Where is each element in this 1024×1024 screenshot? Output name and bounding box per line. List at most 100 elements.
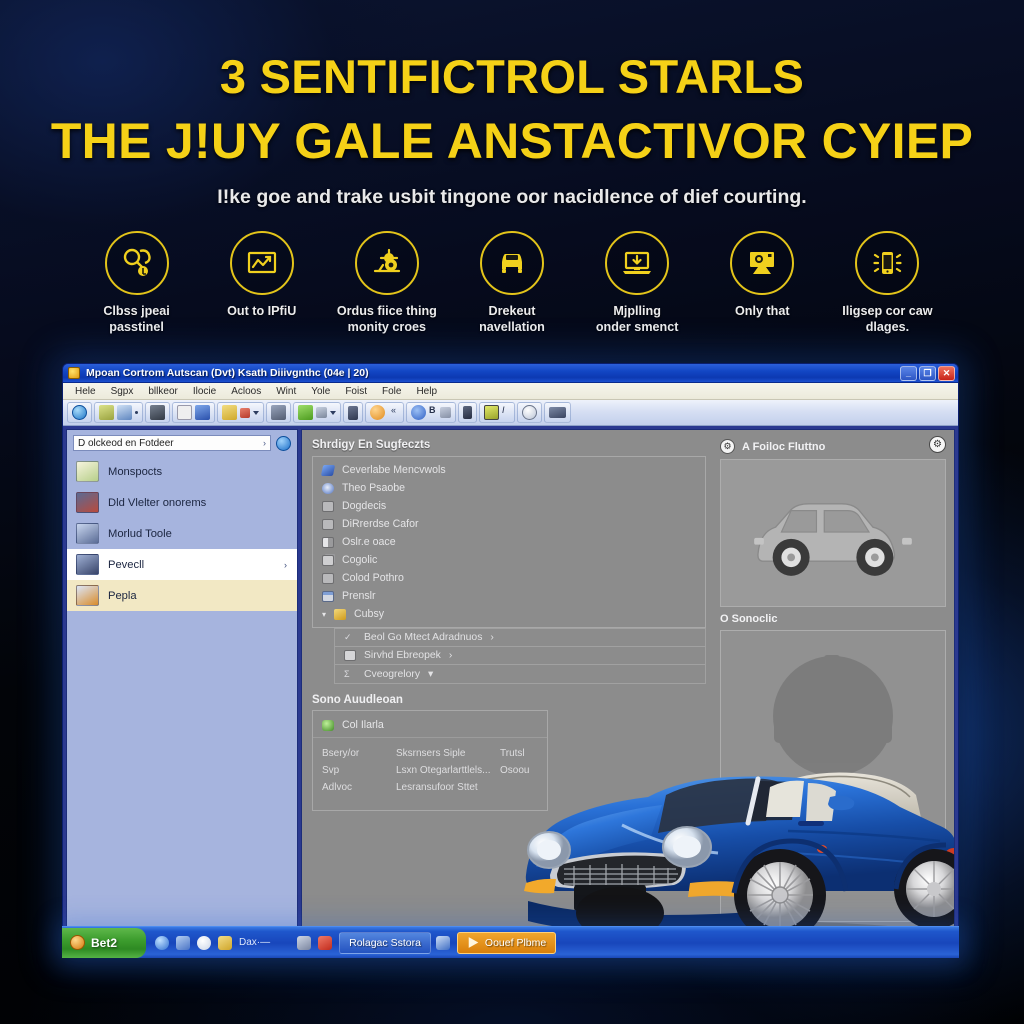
- toolbar-group-1[interactable]: [94, 402, 143, 423]
- toolbar-group-0[interactable]: [67, 402, 92, 423]
- address-input[interactable]: D olckeod en Fotdeer ›: [73, 435, 271, 451]
- sub-list-item-label: Cveogrelory: [364, 668, 421, 680]
- list-item[interactable]: DiRrerdse Cafor: [313, 515, 705, 533]
- toolbar-group-9[interactable]: B: [406, 402, 456, 423]
- list-item[interactable]: Oslr.e oace: [313, 533, 705, 551]
- window-titlebar[interactable]: Mpoan Cortrom Autscan (Dvt) Ksath Diiivg…: [63, 364, 958, 383]
- sidebar-item-1[interactable]: Dld Vlelter onorems: [67, 487, 297, 518]
- main-left-column: Shrdigy En Sugfeczts Ceverlabe Mencvwols…: [302, 430, 716, 953]
- menu-item-2[interactable]: bllkeor: [141, 385, 184, 398]
- palette-icon[interactable]: [522, 405, 537, 420]
- list-item[interactable]: Colod Pothro: [313, 569, 705, 587]
- link-icon[interactable]: [316, 407, 327, 418]
- menu-item-8[interactable]: Fole: [375, 385, 408, 398]
- upload-icon[interactable]: [440, 407, 451, 418]
- card-icon[interactable]: [549, 407, 566, 418]
- refresh-go-icon[interactable]: [276, 435, 291, 451]
- list-item[interactable]: Dogdecis: [313, 497, 705, 515]
- tag-icon[interactable]: [240, 407, 250, 418]
- list-item-expanded[interactable]: ▾ Cubsy: [313, 605, 705, 623]
- toolbar-group-6[interactable]: [293, 402, 341, 423]
- settings-gear-icon[interactable]: [411, 405, 426, 420]
- globe-icon[interactable]: [72, 405, 87, 420]
- feature-item-6[interactable]: Iligsep cor caw dlages.: [825, 231, 950, 335]
- mobile-icon[interactable]: [348, 405, 358, 420]
- info-row: Svp Lsxn Otegarlarttlels... Osoou: [322, 762, 538, 779]
- feature-item-4[interactable]: Mjplling onder smenct: [575, 231, 700, 335]
- folder-open-icon[interactable]: [99, 405, 114, 420]
- menu-item-0[interactable]: Hele: [68, 385, 103, 398]
- car-badge-icon[interactable]: ⚙: [929, 436, 946, 453]
- taskbar-task-0[interactable]: Rolagac Sstora: [339, 931, 431, 954]
- anchor-icon[interactable]: [195, 405, 210, 420]
- start-button[interactable]: Bet2: [62, 927, 146, 958]
- list-item[interactable]: Ceverlabe Mencvwols: [313, 461, 705, 479]
- sidebar-item-3[interactable]: Pevecll ›: [67, 549, 297, 580]
- info-box-header[interactable]: Col Ilarla: [313, 716, 547, 738]
- list-item[interactable]: Theo Psaobe: [313, 479, 705, 497]
- feature-item-3[interactable]: Drekeut navellation: [449, 231, 574, 335]
- toolbar-group-12[interactable]: [517, 402, 542, 423]
- sidebar-item-4[interactable]: Pepla: [67, 580, 297, 611]
- media-icon[interactable]: [176, 935, 190, 950]
- opera-o-icon[interactable]: [197, 935, 211, 950]
- bold-b-icon[interactable]: B: [429, 405, 437, 420]
- feature-item-1[interactable]: Out to IPfiU: [199, 231, 324, 320]
- menu-item-5[interactable]: Wint: [269, 385, 303, 398]
- toolbar-group-11[interactable]: I: [479, 402, 515, 423]
- folder-icon[interactable]: [222, 405, 237, 420]
- feature-item-5[interactable]: Only that: [700, 231, 825, 320]
- sub-list-item[interactable]: Sirvhd Ebreopek ›: [334, 646, 706, 664]
- toolbar-group-2[interactable]: [145, 402, 170, 423]
- ie-browser-icon[interactable]: [155, 935, 169, 950]
- toolbar-group-10[interactable]: [458, 402, 477, 423]
- print-icon[interactable]: [271, 405, 286, 420]
- app-red-icon[interactable]: [318, 935, 333, 950]
- caret-icon[interactable]: [253, 410, 259, 415]
- book-icon[interactable]: [463, 406, 472, 419]
- forward-arrow-icon[interactable]: [298, 405, 313, 420]
- window-icon[interactable]: [297, 935, 312, 950]
- toolbar-group-13[interactable]: [544, 402, 571, 423]
- disc-icon[interactable]: [117, 405, 132, 420]
- image-icon[interactable]: [484, 405, 499, 420]
- feature-item-2[interactable]: Ordus fiice thing monity croes: [324, 231, 449, 335]
- close-button[interactable]: ✕: [938, 365, 955, 381]
- italic-icon[interactable]: I: [502, 405, 510, 420]
- toolbar-group-8[interactable]: «: [365, 402, 404, 423]
- folder-icon[interactable]: [218, 935, 232, 950]
- network-icon[interactable]: [435, 935, 450, 950]
- list-item[interactable]: Prenslr: [313, 587, 705, 605]
- menu-item-4[interactable]: Acloos: [224, 385, 268, 398]
- toolbar-group-3[interactable]: [172, 402, 215, 423]
- dot-icon[interactable]: [135, 411, 138, 414]
- sub-list-item[interactable]: ✓ Beol Go Mtect Adradnuos ›: [334, 628, 706, 646]
- sun-orb-icon[interactable]: [370, 405, 385, 420]
- maximize-button[interactable]: ❐: [919, 365, 936, 381]
- address-bar[interactable]: D olckeod en Fotdeer ›: [67, 430, 297, 456]
- text-tool-icon[interactable]: [177, 405, 192, 420]
- menu-item-9[interactable]: Help: [409, 385, 444, 398]
- menu-item-6[interactable]: Yole: [304, 385, 337, 398]
- menu-item-3[interactable]: Ilocie: [186, 385, 223, 398]
- toolbar-group-7[interactable]: [343, 402, 363, 423]
- grid-view-icon[interactable]: [150, 405, 165, 420]
- sidebar-item-2[interactable]: Morlud Toole: [67, 518, 297, 549]
- minimize-button[interactable]: _: [900, 365, 917, 381]
- caret-icon[interactable]: [330, 410, 336, 415]
- menu-item-7[interactable]: Foist: [338, 385, 374, 398]
- sub-list-item[interactable]: Σ Cveogrelory ▾: [334, 664, 706, 684]
- sidebar-item-0[interactable]: Monspocts: [67, 456, 297, 487]
- tools-icon: [76, 523, 99, 544]
- options-listbox[interactable]: Ceverlabe Mencvwols Theo Psaobe Dogdecis…: [312, 456, 706, 628]
- toolbar-group-5[interactable]: [266, 402, 291, 423]
- menu-item-1[interactable]: Sgpx: [104, 385, 141, 398]
- info-box: Col Ilarla Bsery/or Sksrnsers Siple Trut…: [312, 710, 548, 811]
- toolbar-group-4[interactable]: [217, 402, 264, 423]
- info-value: Lesransufoor Sttet: [396, 782, 478, 793]
- taskbar-task-1[interactable]: Oouef Plbme: [456, 931, 557, 954]
- code-icon[interactable]: «: [388, 405, 399, 420]
- quick-launch-label: Dax·—: [239, 937, 271, 948]
- list-item[interactable]: Cogolic: [313, 551, 705, 569]
- feature-item-0[interactable]: Clbss jpeai passtinel: [74, 231, 199, 335]
